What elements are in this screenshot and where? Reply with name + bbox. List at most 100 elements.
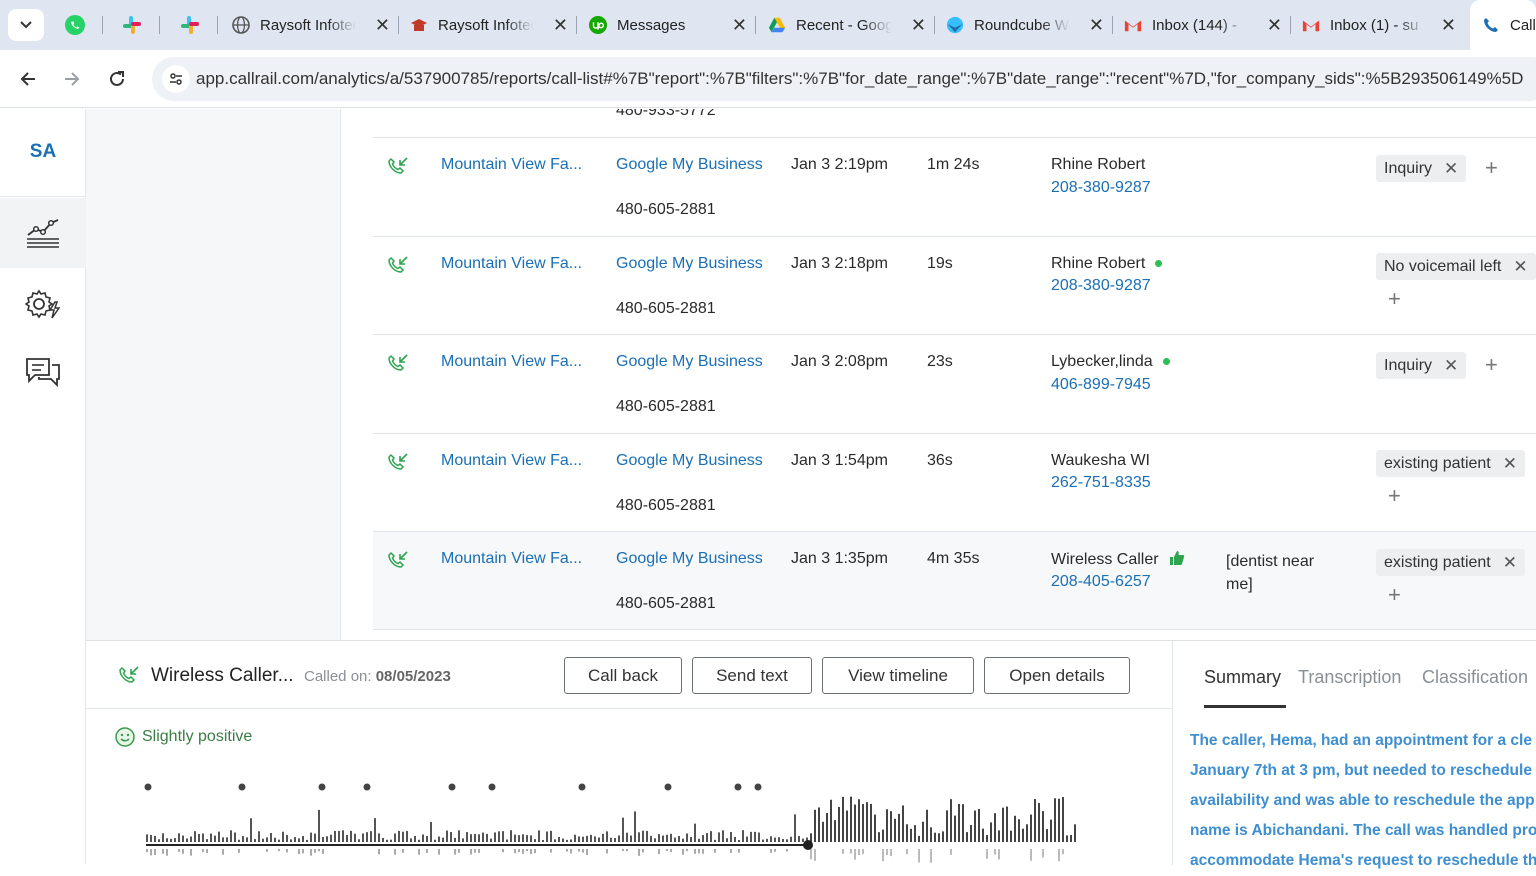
waveform-bar [698,838,700,842]
caller-phone-link[interactable]: 208-380-9287 [1051,277,1151,295]
source-link[interactable]: Google My Business [616,550,763,568]
caller-phone-link[interactable]: 208-405-6257 [1051,573,1151,591]
add-tag-icon[interactable]: + [1388,584,1401,606]
table-row[interactable]: Mountain View Fa... Google My Business 4… [373,434,1536,532]
waveform-bar [950,849,952,855]
back-button[interactable] [13,64,43,94]
table-row[interactable]: Mountain View Fa... Google My Business 4… [373,335,1536,434]
waveform-bar [154,835,156,842]
waveform-bar [750,831,752,842]
source-link[interactable]: Google My Business [616,353,763,371]
remove-tag-icon[interactable]: ✕ [1444,356,1458,376]
browser-tab[interactable]: Raysoft Infotech ✕ [232,0,399,50]
table-row-selected[interactable]: Mountain View Fa... Google My Business 4… [373,532,1536,630]
close-tab-icon[interactable]: ✕ [1089,15,1104,36]
sidebar-item-settings[interactable] [0,269,86,339]
browser-tab[interactable]: Raysoft Infotech ✕ [410,0,577,50]
close-tab-icon[interactable]: ✕ [1441,15,1456,36]
waveform-bar [182,849,184,854]
close-tab-icon[interactable]: ✕ [911,15,926,36]
tab-title: Inbox (1) - su [1330,16,1419,34]
called-on-label: Called on: [304,668,372,685]
waveform-bar [582,836,584,842]
company-name-link[interactable]: Mountain View Fa... [441,156,582,174]
caller-name: Waukesha WI [1051,452,1150,469]
waveform-bar [502,831,504,842]
company-name-link[interactable]: Mountain View Fa... [441,452,582,470]
view-timeline-button[interactable]: View timeline [822,657,974,694]
audio-waveform[interactable] [56,770,1076,864]
waveform-bar [366,832,368,842]
pinned-tab-slack[interactable] [119,12,145,38]
waveform-bar [742,830,744,842]
send-text-button[interactable]: Send text [692,657,812,694]
open-details-button[interactable]: Open details [984,657,1130,694]
remove-tag-icon[interactable]: ✕ [1444,159,1458,179]
waveform-bar [654,838,656,842]
remove-tag-icon[interactable]: ✕ [1503,454,1517,474]
close-tab-icon[interactable]: ✕ [732,15,747,36]
company-name-link[interactable]: Mountain View Fa... [441,255,582,273]
browser-tab[interactable]: Recent - Google Drive ✕ [768,0,935,50]
source-link[interactable]: Google My Business [616,452,763,470]
call-back-button[interactable]: Call back [564,657,682,694]
forward-button[interactable] [57,64,87,94]
waveform-bar [226,837,228,842]
company-name-link[interactable]: Mountain View Fa... [441,550,582,568]
add-tag-icon[interactable]: + [1485,157,1498,179]
source-link[interactable]: Google My Business [616,255,763,273]
address-bar[interactable]: app.callrail.com/analytics/a/537900785/r… [152,57,1536,101]
waveform-bar [474,849,476,853]
waveform-bar [958,803,960,842]
browser-tab-active[interactable]: Call [1470,0,1536,50]
waveform-bar [994,813,996,842]
tab-summary[interactable]: Summary [1204,667,1281,688]
remove-tag-icon[interactable]: ✕ [1513,257,1527,277]
table-row[interactable]: 480-933-5772 [373,109,1536,138]
pinned-tab-whatsapp[interactable] [62,12,88,38]
add-tag-icon[interactable]: + [1485,354,1498,376]
caller-phone-link[interactable]: 262-751-8335 [1051,474,1151,492]
close-tab-icon[interactable]: ✕ [553,15,568,36]
table-row[interactable]: Mountain View Fa... Google My Business 4… [373,138,1536,237]
waveform-bar [770,849,772,853]
waveform-bar [890,811,892,842]
playhead-handle[interactable] [803,840,813,850]
drive-icon [768,16,786,34]
tab-separator [398,16,399,34]
reload-button[interactable] [102,64,132,94]
close-tab-icon[interactable]: ✕ [1267,15,1282,36]
waveform-bar [930,827,932,842]
waveform-bar [810,849,812,860]
waveform-bar [394,833,396,842]
table-row[interactable]: Mountain View Fa... Google My Business 4… [373,237,1536,335]
browser-tab[interactable]: Roundcube Webmail ✕ [946,0,1113,50]
caller-phone-link[interactable]: 208-380-9287 [1051,179,1151,197]
tab-search-button[interactable] [8,9,44,41]
waveform-bar [638,849,640,856]
add-tag-icon[interactable]: + [1388,288,1401,310]
tab-classification[interactable]: Classification [1422,667,1528,688]
waveform-bar [1014,815,1016,842]
sidebar-item-analytics[interactable] [0,198,86,268]
browser-tab[interactable]: Inbox (1) - su ✕ [1302,0,1464,50]
waveform-bar [714,839,716,842]
waveform-bar [590,834,592,842]
tab-transcription[interactable]: Transcription [1298,667,1401,688]
source-link[interactable]: Google My Business [616,156,763,174]
add-tag-icon[interactable]: + [1388,485,1401,507]
close-tab-icon[interactable]: ✕ [375,15,390,36]
waveform-bar [278,839,280,842]
sidebar-item-conversations[interactable] [0,337,86,407]
site-info-icon[interactable] [162,65,190,93]
call-detail-header: Wireless Caller... Called on: 08/05/2023… [86,641,1172,709]
browser-tab[interactable]: Messages ✕ [589,0,756,50]
waveform-bar [670,833,672,842]
waveform-bar [634,811,636,842]
browser-tab[interactable]: Inbox (144) - ✕ [1124,0,1291,50]
remove-tag-icon[interactable]: ✕ [1503,553,1517,573]
account-logo[interactable]: SA [0,141,86,163]
caller-phone-link[interactable]: 406-899-7945 [1051,376,1151,394]
company-name-link[interactable]: Mountain View Fa... [441,353,582,371]
pinned-tab-slack-2[interactable] [177,12,203,38]
